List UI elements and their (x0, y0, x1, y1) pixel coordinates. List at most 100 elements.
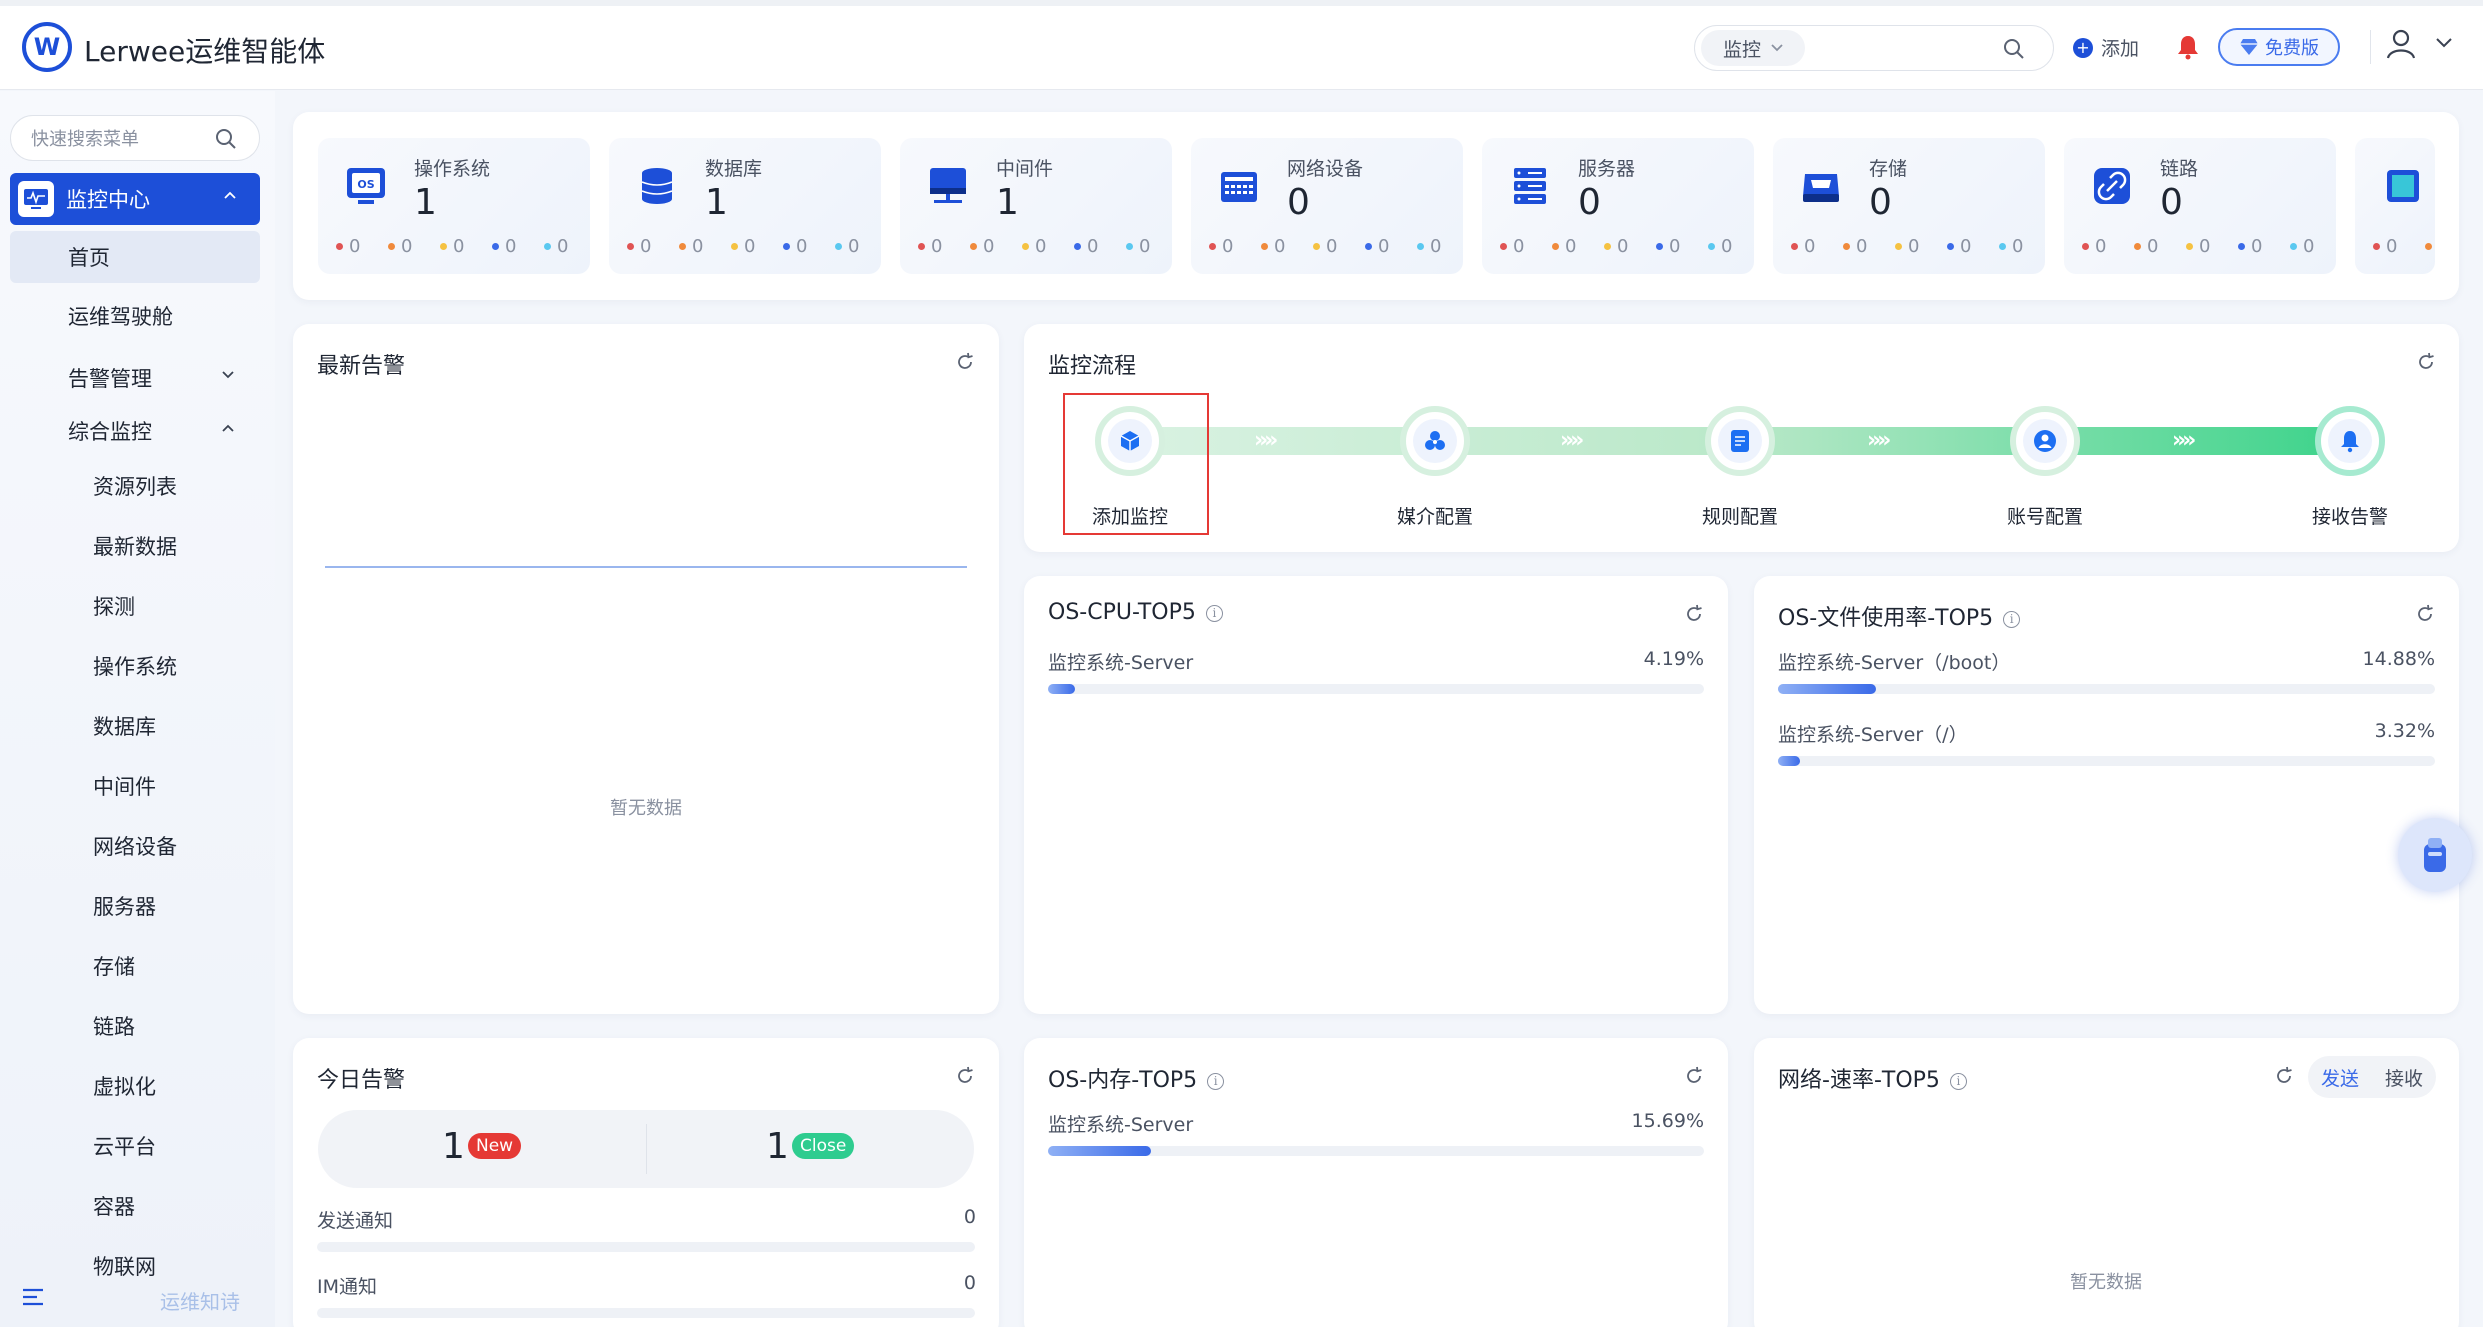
refresh-icon[interactable] (2274, 1066, 2294, 1086)
severity-dot (1791, 243, 1798, 250)
top5-row-label: 监控系统-Server（/boot） (1778, 652, 2011, 674)
add-button[interactable]: + 添加 (2073, 34, 2139, 61)
sidebar-item-server[interactable]: 服务器 (93, 891, 156, 921)
chevron-up-icon[interactable] (222, 424, 234, 432)
severity-count-value: 0 (349, 236, 361, 257)
category-card[interactable]: 存储 0 0 0 0 0 0 (1773, 138, 2045, 274)
severity-count: 0 (1843, 236, 1895, 257)
category-count: 1 (414, 182, 437, 223)
new-alert-count[interactable]: 1 (442, 1126, 465, 1167)
category-card[interactable]: OS 操作系统 1 0 0 0 0 0 (318, 138, 590, 274)
sidebar-item-database[interactable]: 数据库 (93, 711, 156, 741)
category-name: 链路 (2160, 158, 2199, 180)
empty-state-text: 暂无数据 (2070, 1272, 2142, 1293)
sidebar-item-middleware[interactable]: 中间件 (93, 771, 156, 801)
sidebar-item-virtualization[interactable]: 虚拟化 (93, 1071, 156, 1101)
severity-count: 0 (970, 236, 1022, 257)
info-icon[interactable]: i (2003, 611, 2021, 628)
severity-count: 0 (1604, 236, 1656, 257)
app-logo[interactable]: W (22, 22, 72, 72)
category-card[interactable]: 中间件 1 0 0 0 0 0 (900, 138, 1172, 274)
severity-dot (1604, 243, 1611, 250)
sidebar-item-link[interactable]: 链路 (93, 1011, 135, 1041)
sidebar-item-integrated-monitoring[interactable]: 综合监控 (68, 416, 152, 446)
direction-toggle[interactable]: 发送 接收 (2308, 1056, 2436, 1098)
closed-alert-count[interactable]: 1 (766, 1126, 789, 1167)
severity-dot (835, 243, 842, 250)
sidebar-item-network-device[interactable]: 网络设备 (93, 831, 177, 861)
sidebar-item-probe[interactable]: 探测 (93, 591, 135, 621)
info-icon[interactable]: i (1207, 1073, 1225, 1090)
category-card-partial[interactable]: 0 (2355, 138, 2435, 274)
refresh-icon[interactable] (2416, 352, 2436, 372)
refresh-icon[interactable] (1684, 604, 1704, 624)
tab-receive[interactable]: 接收 (2385, 1064, 2423, 1091)
card-title-text: OS-文件使用率-TOP5 (1778, 606, 1994, 631)
severity-dot (1656, 243, 1663, 250)
sidebar-item-storage[interactable]: 存储 (93, 951, 135, 981)
severity-count: 0 (1022, 236, 1074, 257)
severity-count: 0 (1261, 236, 1313, 257)
sidebar-item-iot[interactable]: 物联网 (93, 1251, 156, 1281)
category-card[interactable]: 网络设备 0 0 0 0 0 0 (1191, 138, 1463, 274)
flow-step-media-config[interactable] (1400, 406, 1470, 476)
tab-send[interactable]: 发送 (2321, 1064, 2359, 1091)
category-card[interactable]: 数据库 1 0 0 0 0 0 (609, 138, 881, 274)
severity-count: 0 (1074, 236, 1126, 257)
category-card[interactable]: 链路 0 0 0 0 0 0 (2064, 138, 2336, 274)
im-notify-bar (317, 1308, 975, 1318)
sidebar-item-latest-data[interactable]: 最新数据 (93, 531, 177, 561)
flow-step-receive-alerts[interactable] (2315, 406, 2385, 476)
link-icon (2094, 168, 2130, 204)
flow-step-account-config[interactable] (2010, 406, 2080, 476)
sidebar-item-container[interactable]: 容器 (93, 1191, 135, 1221)
cpu-top5-card: OS-CPU-TOP5 i 监控系统-Server 4.19% (1024, 576, 1728, 1014)
user-icon[interactable] (2386, 28, 2416, 60)
refresh-icon[interactable] (2415, 604, 2435, 624)
severity-counts: 0 0 0 0 0 (1500, 236, 1760, 257)
sidebar-item-alert-management[interactable]: 告警管理 (68, 363, 152, 393)
search-icon[interactable] (2003, 38, 2025, 60)
category-card[interactable]: 服务器 0 0 0 0 0 0 (1482, 138, 1754, 274)
card-title: OS-CPU-TOP5 i (1048, 600, 1223, 625)
refresh-icon[interactable] (955, 352, 975, 372)
sidebar-item-home[interactable]: 首页 (10, 231, 260, 283)
severity-counts: 0 0 0 0 0 (2082, 236, 2342, 257)
sidebar-item-cloud-platform[interactable]: 云平台 (93, 1131, 156, 1161)
info-icon[interactable]: i (1949, 1073, 1967, 1090)
sidebar-item-label: 首页 (68, 246, 110, 270)
chevron-down-icon[interactable] (222, 371, 234, 379)
sidebar-group-monitor-center[interactable]: 监控中心 (10, 173, 260, 225)
filesystem-top5-card: OS-文件使用率-TOP5 i 监控系统-Server（/boot） 14.88%… (1754, 576, 2459, 1014)
collapse-menu-icon[interactable] (22, 1287, 44, 1307)
chevron-down-icon[interactable] (2436, 38, 2452, 48)
global-search[interactable]: 监控 (1694, 25, 2054, 71)
server-icon (1514, 168, 1546, 204)
new-badge: New (468, 1133, 522, 1159)
assistant-float-button[interactable] (2398, 818, 2472, 892)
plan-badge[interactable]: 免费版 (2218, 28, 2340, 66)
search-icon[interactable] (215, 128, 237, 150)
refresh-icon[interactable] (1684, 1066, 1704, 1086)
severity-count-value: 0 (401, 236, 413, 257)
flow-step-rule-config[interactable] (1705, 406, 1775, 476)
sidebar-item-ops-cockpit[interactable]: 运维驾驶舱 (68, 301, 173, 331)
usage-bar-fill (1048, 684, 1076, 694)
bell-icon[interactable] (2176, 34, 2200, 60)
sidebar-item-resource-list[interactable]: 资源列表 (93, 471, 177, 501)
info-icon[interactable]: i (1205, 605, 1223, 622)
search-scope-select[interactable]: 监控 (1701, 30, 1805, 66)
flow-step-label: 账号配置 (2006, 506, 2083, 528)
refresh-icon[interactable] (955, 1066, 975, 1086)
severity-dot (1843, 243, 1850, 250)
category-count: 0 (1287, 182, 1310, 223)
severity-count-value: 0 (1274, 236, 1286, 257)
severity-counts: 0 0 0 0 0 (627, 236, 887, 257)
severity-count: 0 (336, 236, 388, 257)
menu-search-input[interactable]: 快速搜索菜单 (10, 115, 260, 161)
severity-dot (1074, 243, 1081, 250)
severity-count: 0 (783, 236, 835, 257)
sidebar-item-os[interactable]: 操作系统 (93, 651, 177, 681)
category-count: 1 (705, 182, 728, 223)
diamond-icon (2240, 39, 2258, 55)
